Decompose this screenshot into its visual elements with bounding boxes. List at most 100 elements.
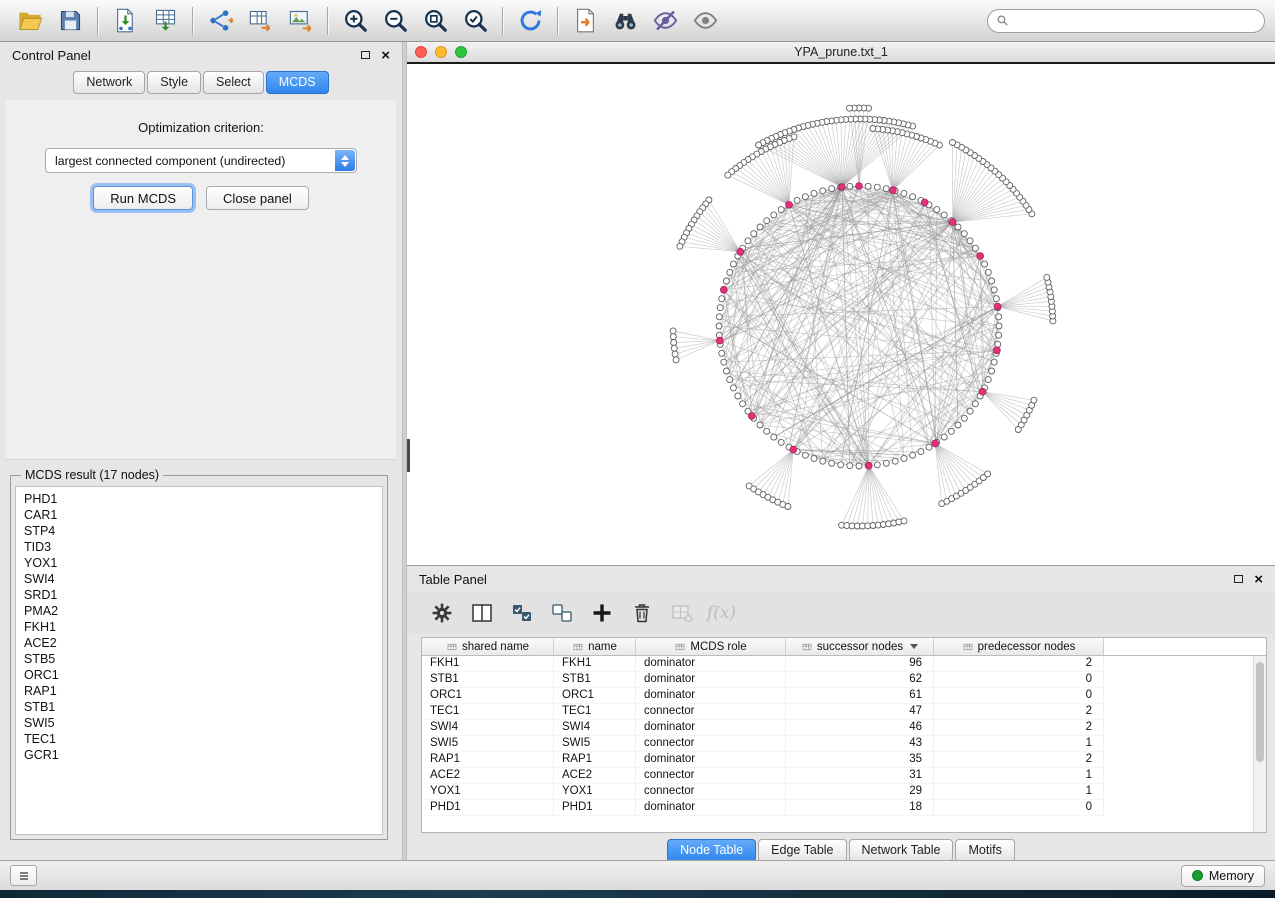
save-session-button[interactable] [50, 4, 90, 38]
hide-details-button[interactable] [645, 4, 685, 38]
network-view[interactable] [407, 62, 1275, 565]
mcds-result-list[interactable]: PHD1CAR1STP4TID3YOX1SWI4SRD1PMA2FKH1ACE2… [15, 486, 383, 835]
close-table-panel-icon[interactable]: × [1254, 572, 1263, 587]
column-header-predecessor-nodes[interactable]: predecessor nodes [934, 638, 1104, 656]
table-row[interactable]: FKH1FKH1dominator962 [422, 656, 1253, 672]
mcds-result-node: FKH1 [24, 619, 382, 635]
export-document-button[interactable] [565, 4, 605, 38]
zoom-out-button[interactable] [375, 4, 415, 38]
cell-MCDS-role: dominator [636, 800, 786, 816]
tab-node-table[interactable]: Node Table [667, 839, 756, 862]
zoom-selected-button[interactable] [455, 4, 495, 38]
search-network-button[interactable] [605, 4, 645, 38]
mcds-result-node: SRD1 [24, 587, 382, 603]
table-row[interactable]: PHD1PHD1dominator180 [422, 800, 1253, 816]
memory-button[interactable]: Memory [1181, 865, 1265, 887]
cell-shared-name: SWI5 [422, 736, 554, 752]
cell-MCDS-role: dominator [636, 720, 786, 736]
export-image-button[interactable] [280, 4, 320, 38]
cell-predecessor-nodes: 0 [934, 800, 1104, 816]
cell-name: STB1 [554, 672, 636, 688]
zoom-out-icon [382, 7, 409, 34]
table-row[interactable]: ACE2ACE2connector311 [422, 768, 1253, 784]
open-file-button[interactable] [10, 4, 50, 38]
column-type-icon [572, 641, 584, 653]
show-details-button[interactable] [685, 4, 725, 38]
cell-filler [1104, 768, 1253, 784]
sort-dropdown-icon[interactable] [910, 644, 918, 649]
column-header-successor-nodes[interactable]: successor nodes [786, 638, 934, 656]
tab-style[interactable]: Style [147, 71, 201, 94]
gear-button[interactable] [423, 597, 460, 629]
cell-name: YOX1 [554, 784, 636, 800]
import-table-button[interactable] [145, 4, 185, 38]
table-row[interactable]: SWI4SWI4dominator462 [422, 720, 1253, 736]
cell-successor-nodes: 47 [786, 704, 934, 720]
zoom-fit-button[interactable] [415, 4, 455, 38]
fx-icon: f(x) [707, 603, 736, 623]
toolbar-divider [502, 7, 503, 35]
table-row[interactable]: SWI5SWI5connector431 [422, 736, 1253, 752]
table-row[interactable]: STB1STB1dominator620 [422, 672, 1253, 688]
export-table-button[interactable] [240, 4, 280, 38]
run-mcds-button[interactable]: Run MCDS [93, 186, 193, 210]
task-history-button[interactable] [10, 865, 37, 886]
table-panel: Table Panel × f(x) shared namenameMCDS r… [407, 565, 1275, 860]
zoom-in-button[interactable] [335, 4, 375, 38]
table-scrollbar-thumb[interactable] [1256, 662, 1264, 762]
mcds-result-group: MCDS result (17 nodes) PHD1CAR1STP4TID3Y… [10, 468, 388, 840]
close-panel-icon[interactable]: × [381, 48, 390, 63]
cell-shared-name: PHD1 [422, 800, 554, 816]
column-header-shared-name[interactable]: shared name [422, 638, 554, 656]
tab-network[interactable]: Network [73, 71, 145, 94]
column-header-name[interactable]: name [554, 638, 636, 656]
table-row[interactable]: YOX1YOX1connector291 [422, 784, 1253, 800]
network-graph[interactable] [407, 64, 1273, 565]
deselect-all-button[interactable] [543, 597, 580, 629]
tab-mcds[interactable]: MCDS [266, 71, 329, 94]
table-row[interactable]: ORC1ORC1dominator610 [422, 688, 1253, 704]
table-scrollbar[interactable] [1253, 656, 1266, 832]
network-scrollbar-thumb[interactable] [407, 439, 410, 472]
tab-edge-table[interactable]: Edge Table [758, 839, 846, 862]
control-panel: Control Panel × NetworkStyleSelectMCDS O… [0, 42, 402, 860]
table-row[interactable]: TEC1TEC1connector472 [422, 704, 1253, 720]
cell-name: SWI4 [554, 720, 636, 736]
app-window: Control Panel × NetworkStyleSelectMCDS O… [0, 0, 1275, 890]
float-panel-icon[interactable] [361, 51, 370, 59]
mcds-result-node: SWI5 [24, 715, 382, 731]
refresh-view-button[interactable] [510, 4, 550, 38]
cell-name: FKH1 [554, 656, 636, 672]
cell-shared-name: RAP1 [422, 752, 554, 768]
cell-name: PHD1 [554, 800, 636, 816]
column-header-MCDS-role[interactable]: MCDS role [636, 638, 786, 656]
show-columns-button[interactable] [463, 597, 500, 629]
mcds-tab-content: Optimization criterion: largest connecte… [6, 100, 396, 460]
search-box[interactable] [987, 9, 1265, 33]
mcds-result-node: CAR1 [24, 507, 382, 523]
import-network-button[interactable] [105, 4, 145, 38]
tab-motifs[interactable]: Motifs [955, 839, 1014, 862]
select-all-icon [510, 601, 534, 625]
criterion-dropdown[interactable]: largest connected component (undirected) [45, 148, 357, 173]
add-column-button[interactable] [583, 597, 620, 629]
mcds-result-node: STB1 [24, 699, 382, 715]
tab-select[interactable]: Select [203, 71, 264, 94]
open-file-icon [17, 7, 44, 34]
tab-network-table[interactable]: Network Table [849, 839, 954, 862]
toolbar-icon-groups [10, 0, 725, 41]
mcds-result-title: MCDS result (17 nodes) [21, 468, 163, 482]
export-network-button[interactable] [200, 4, 240, 38]
cell-shared-name: ACE2 [422, 768, 554, 784]
gear-icon [430, 601, 454, 625]
export-table-icon [247, 7, 274, 34]
cell-successor-nodes: 62 [786, 672, 934, 688]
search-input[interactable] [1014, 14, 1256, 28]
float-table-panel-icon[interactable] [1234, 575, 1243, 583]
cell-predecessor-nodes: 0 [934, 688, 1104, 704]
cell-filler [1104, 688, 1253, 704]
table-row[interactable]: RAP1RAP1dominator352 [422, 752, 1253, 768]
delete-columns-button[interactable] [623, 597, 660, 629]
select-all-button[interactable] [503, 597, 540, 629]
close-panel-button[interactable]: Close panel [206, 186, 309, 210]
